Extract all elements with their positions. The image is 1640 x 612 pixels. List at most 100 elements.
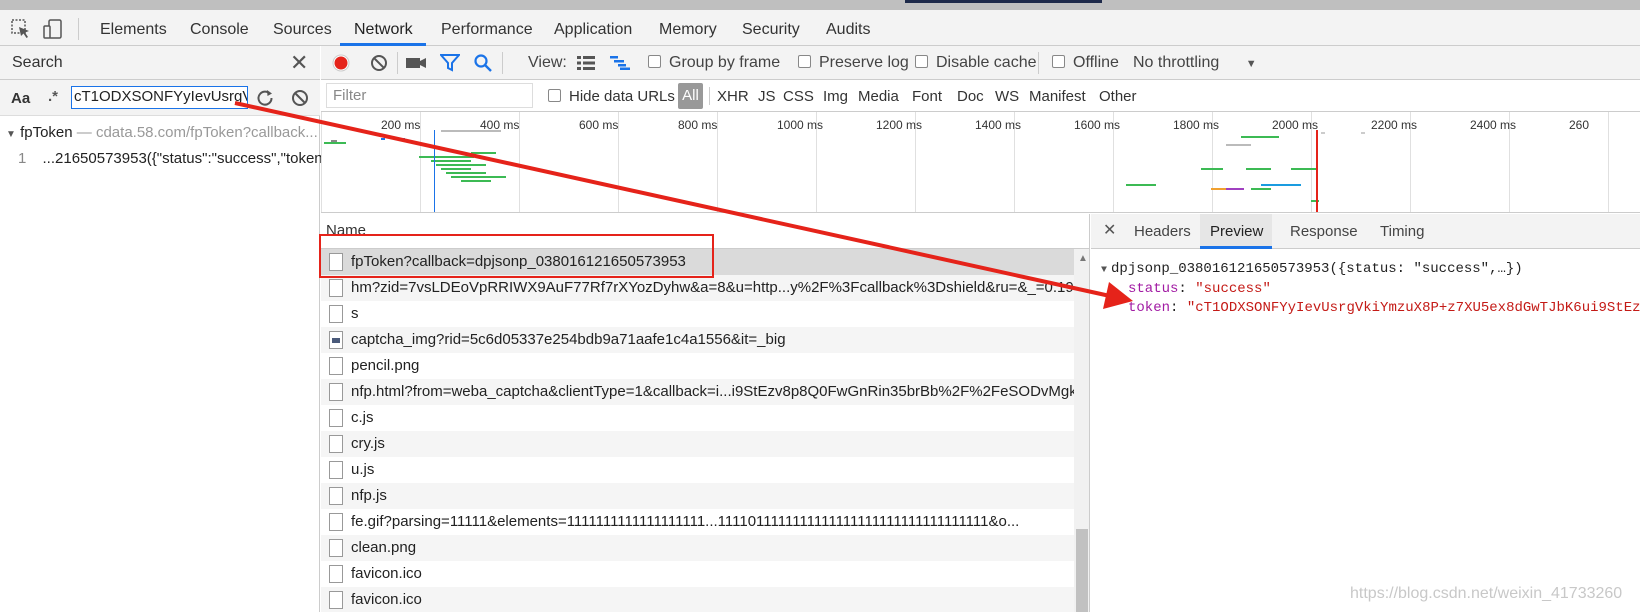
filter-media[interactable]: Media [858, 80, 899, 112]
request-row[interactable]: clean.png [321, 535, 1074, 561]
triangle-down-icon: ▼ [6, 129, 16, 140]
close-icon[interactable]: ✕ [1103, 220, 1116, 240]
inspect-element-icon[interactable] [10, 18, 32, 40]
throttling-value: No throttling [1133, 54, 1220, 71]
group-by-frame-checkbox[interactable]: Group by frame [648, 46, 780, 80]
document-icon [329, 461, 343, 479]
regex-toggle[interactable]: .* [48, 88, 58, 105]
timeline-tick-label: 800 ms [678, 118, 718, 132]
request-row[interactable]: favicon.ico [321, 587, 1074, 612]
filter-bar: Filter Hide data URLs All XHR JS CSS Img… [321, 80, 1640, 112]
request-row[interactable]: fe.gif?parsing=11111&elements=1111111111… [321, 509, 1074, 535]
timeline-request-bar [1126, 184, 1156, 186]
filter-doc[interactable]: Doc [957, 80, 984, 112]
filter-js[interactable]: JS [758, 80, 776, 112]
request-name: fpToken?callback=dpjsonp_038016121650573… [351, 253, 686, 270]
tab-response[interactable]: Response [1280, 214, 1368, 249]
throttling-select[interactable]: No throttling ▼ [1133, 46, 1257, 80]
preview-root-node[interactable]: ▼ dpjsonp_038016121650573953({status: "su… [1101, 261, 1523, 277]
clear-icon[interactable] [290, 88, 310, 108]
filter-img[interactable]: Img [823, 80, 848, 112]
tab-performance[interactable]: Performance [441, 10, 533, 46]
filter-ws[interactable]: WS [995, 80, 1019, 112]
scroll-up-arrow-icon[interactable]: ▲ [1078, 253, 1088, 264]
token-key: token [1128, 300, 1171, 316]
checkbox-box [548, 89, 561, 102]
tab-preview[interactable]: Preview [1200, 214, 1272, 249]
request-name: clean.png [351, 539, 417, 556]
request-row[interactable]: captcha_img?rid=5c6d05337e254bdb9a71aafe… [321, 327, 1074, 353]
request-row[interactable]: c.js [321, 405, 1074, 431]
timeline-request-bar [441, 168, 471, 170]
search-panel-title: Search [12, 54, 63, 71]
filter-css[interactable]: CSS [783, 80, 814, 112]
request-row[interactable]: fpToken?callback=dpjsonp_038016121650573… [321, 249, 1074, 275]
clear-log-icon[interactable] [369, 53, 389, 73]
window-top-band [0, 0, 1640, 10]
search-icon[interactable] [473, 53, 493, 73]
load-event-marker [1316, 130, 1318, 212]
tab-timing[interactable]: Timing [1370, 214, 1434, 249]
timeline-request-bar [441, 130, 501, 132]
scroll-thumb[interactable] [1076, 529, 1088, 612]
checkbox-box [798, 55, 811, 68]
request-row[interactable]: pencil.png [321, 353, 1074, 379]
search-input[interactable]: cT1ODXSONFYyIevUsrgVk [71, 86, 248, 109]
filter-font[interactable]: Font [912, 80, 942, 112]
watermark: https://blog.csdn.net/weixin_41733260 [1350, 585, 1623, 602]
hide-data-urls-checkbox[interactable]: Hide data URLs [548, 80, 675, 112]
tab-sources[interactable]: Sources [273, 10, 332, 46]
request-list-scrollbar[interactable]: ▲ [1074, 249, 1089, 612]
request-row[interactable]: cry.js [321, 431, 1074, 457]
document-icon [329, 435, 343, 453]
toolbar-divider [78, 18, 79, 40]
network-overview-timeline[interactable]: 200 ms 400 ms 600 ms 800 ms 1000 ms 1200 ms 14… [321, 112, 1640, 213]
timeline-request-bar [1361, 132, 1365, 134]
filter-xhr[interactable]: XHR [717, 80, 749, 112]
result-line-text: ...21650573953({"status":"success","toke… [42, 150, 336, 167]
filter-input[interactable]: Filter [326, 83, 533, 108]
record-icon[interactable] [331, 53, 351, 73]
tab-elements[interactable]: Elements [100, 10, 167, 46]
request-row[interactable]: nfp.html?from=weba_captcha&clientType=1&… [321, 379, 1074, 405]
filter-icon[interactable] [440, 54, 460, 72]
toolbar-divider [1038, 52, 1039, 74]
search-result-line[interactable]: 1 ...21650573953({"status":"success","to… [18, 150, 335, 167]
timeline-request-bar [431, 160, 471, 162]
search-result-file[interactable]: ▼ fpToken — cdata.58.com/fpToken?callbac… [6, 124, 318, 141]
tab-audits[interactable]: Audits [826, 10, 870, 46]
toolbar-divider [709, 87, 710, 105]
document-icon [329, 591, 343, 609]
large-rows-icon[interactable] [577, 56, 595, 70]
refresh-icon[interactable] [255, 88, 275, 108]
tab-memory[interactable]: Memory [659, 10, 717, 46]
waterfall-overview-icon[interactable] [610, 56, 630, 70]
document-icon [329, 487, 343, 505]
request-row[interactable]: u.js [321, 457, 1074, 483]
tab-security[interactable]: Security [742, 10, 800, 46]
column-name-header[interactable]: Name [326, 222, 366, 239]
request-name: u.js [351, 461, 375, 478]
tab-application[interactable]: Application [554, 10, 632, 46]
device-toolbar-icon[interactable] [42, 18, 64, 40]
preserve-log-checkbox[interactable]: Preserve log [798, 46, 909, 80]
filter-manifest[interactable]: Manifest [1029, 80, 1086, 112]
match-case-toggle[interactable]: Aa [11, 90, 30, 107]
timeline-request-bar [1246, 168, 1271, 170]
timeline-tick-label: 2200 ms [1371, 118, 1418, 132]
timeline-request-bar [1251, 188, 1271, 190]
request-row[interactable]: nfp.js [321, 483, 1074, 509]
timeline-request-bar [331, 140, 337, 142]
disable-cache-checkbox[interactable]: Disable cache [915, 46, 1037, 80]
offline-checkbox[interactable]: Offline [1052, 46, 1119, 80]
tab-network[interactable]: Network [354, 10, 413, 46]
close-icon[interactable]: ✕ [290, 50, 308, 76]
request-row[interactable]: favicon.ico [321, 561, 1074, 587]
request-row[interactable]: s [321, 301, 1074, 327]
tab-headers[interactable]: Headers [1124, 214, 1201, 249]
filter-all-button[interactable]: All [678, 83, 703, 109]
request-row[interactable]: hm?zid=7vsLDEoVpRRIWX9AuF77Rf7rXYozDyhw&… [321, 275, 1074, 301]
tab-console[interactable]: Console [190, 10, 249, 46]
filter-other[interactable]: Other [1099, 80, 1137, 112]
screenshot-camera-icon[interactable] [405, 54, 427, 72]
